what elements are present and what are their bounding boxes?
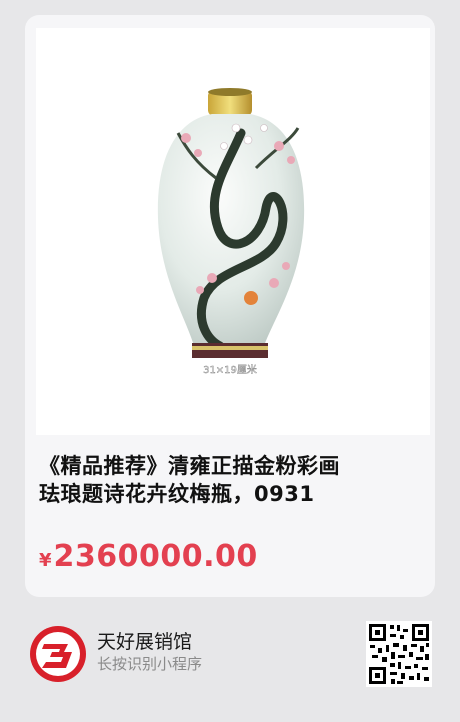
shop-logo-icon[interactable] (28, 624, 88, 684)
product-title[interactable]: 《精品推荐》清雍正描金粉彩画 珐琅题诗花卉纹梅瓶，0931 (39, 452, 424, 508)
product-title-line-1: 《精品推荐》清雍正描金粉彩画 (39, 454, 340, 478)
product-price: ¥2360000.00 (39, 539, 258, 574)
vase-photo: 31×19厘米 (157, 88, 305, 376)
currency-symbol: ¥ (39, 550, 52, 571)
product-image-area[interactable]: 31×19厘米 (36, 28, 430, 435)
svg-text:31×19厘米: 31×19厘米 (203, 363, 257, 376)
qr-code-icon[interactable] (366, 621, 432, 687)
shop-name[interactable]: 天好展销馆 (97, 627, 192, 654)
product-title-line-2: 珐琅题诗花卉纹梅瓶，0931 (39, 482, 315, 506)
mini-program-hint: 长按识别小程序 (97, 655, 203, 673)
product-card[interactable]: 31×19厘米 《精品推荐》清雍正描金粉彩画 珐琅题诗花卉纹梅瓶，0931 ¥2… (25, 15, 435, 597)
price-value: 2360000.00 (53, 539, 258, 574)
